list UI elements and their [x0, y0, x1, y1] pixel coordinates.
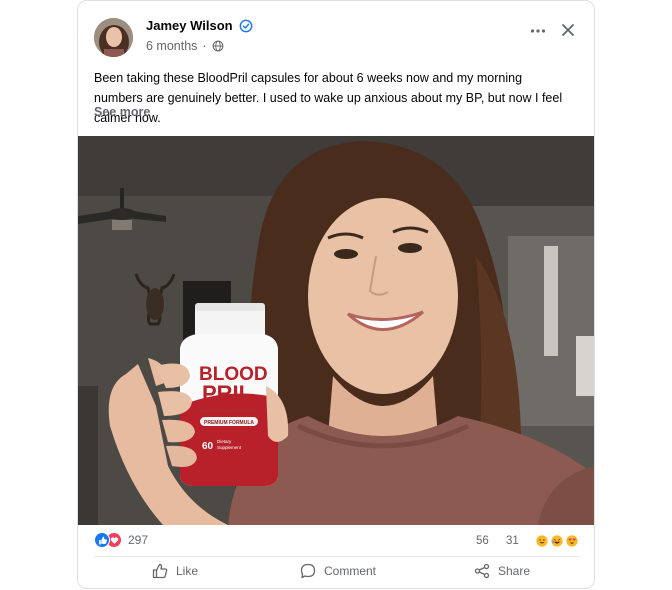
comment-label: Comment	[324, 564, 377, 578]
reaction-count: 297	[128, 533, 149, 547]
like-button[interactable]: Like	[152, 563, 198, 579]
product-tagline: BLOOD PRESSURE SUPPORT	[201, 408, 259, 413]
emoji-reactions	[536, 535, 578, 547]
product-count: 60	[202, 441, 214, 452]
author-name[interactable]: Jamey Wilson	[146, 18, 233, 33]
like-label: Like	[176, 564, 199, 578]
author-line: Jamey Wilson	[146, 18, 253, 33]
comment-bubble-icon	[300, 563, 316, 579]
share-label: Share	[498, 564, 531, 578]
actions-divider	[94, 556, 580, 557]
like-reaction-icon	[94, 532, 110, 548]
post-photo[interactable]: BLOOD PRIL BLOOD PRESSURE SUPPORT PREMIU…	[78, 136, 594, 525]
avatar[interactable]	[94, 18, 133, 57]
globe-icon	[212, 40, 223, 52]
share-count[interactable]: 31	[506, 535, 534, 547]
more-options-icon	[530, 29, 546, 33]
laugh-emoji-icon	[551, 535, 563, 547]
meta-separator: ·	[202, 39, 207, 53]
verified-badge-icon	[239, 19, 252, 32]
post-text: Been taking these BloodPril capsules for…	[94, 71, 563, 125]
action-bar: Like Comment Share	[78, 559, 594, 588]
more-options-button[interactable]	[528, 21, 548, 41]
heart-eyes-emoji-icon	[566, 535, 578, 547]
grin-emoji-icon	[536, 535, 548, 547]
reaction-summary[interactable]: 297	[94, 532, 148, 548]
post-meta: 6 months ·	[146, 39, 224, 53]
see-more-link[interactable]: See more	[94, 105, 150, 119]
close-button[interactable]	[558, 20, 578, 40]
product-badge: PREMIUM FORMULA	[204, 420, 254, 426]
brand-bottom: PRIL	[202, 381, 252, 406]
product-count-label-1: Dietary	[217, 439, 232, 444]
comment-count[interactable]: 56	[476, 535, 506, 547]
post-card: Jamey Wilson 6 months · Been taking thes…	[77, 0, 595, 589]
close-icon	[562, 24, 574, 36]
comment-button[interactable]: Comment	[300, 563, 376, 579]
share-button[interactable]: Share	[474, 563, 530, 579]
product-count-label-2: Supplement	[217, 445, 242, 450]
thumbs-up-icon	[152, 563, 168, 579]
engagement-stats: 56 31	[476, 535, 578, 547]
share-icon	[474, 563, 490, 579]
post-time[interactable]: 6 months	[146, 39, 197, 53]
